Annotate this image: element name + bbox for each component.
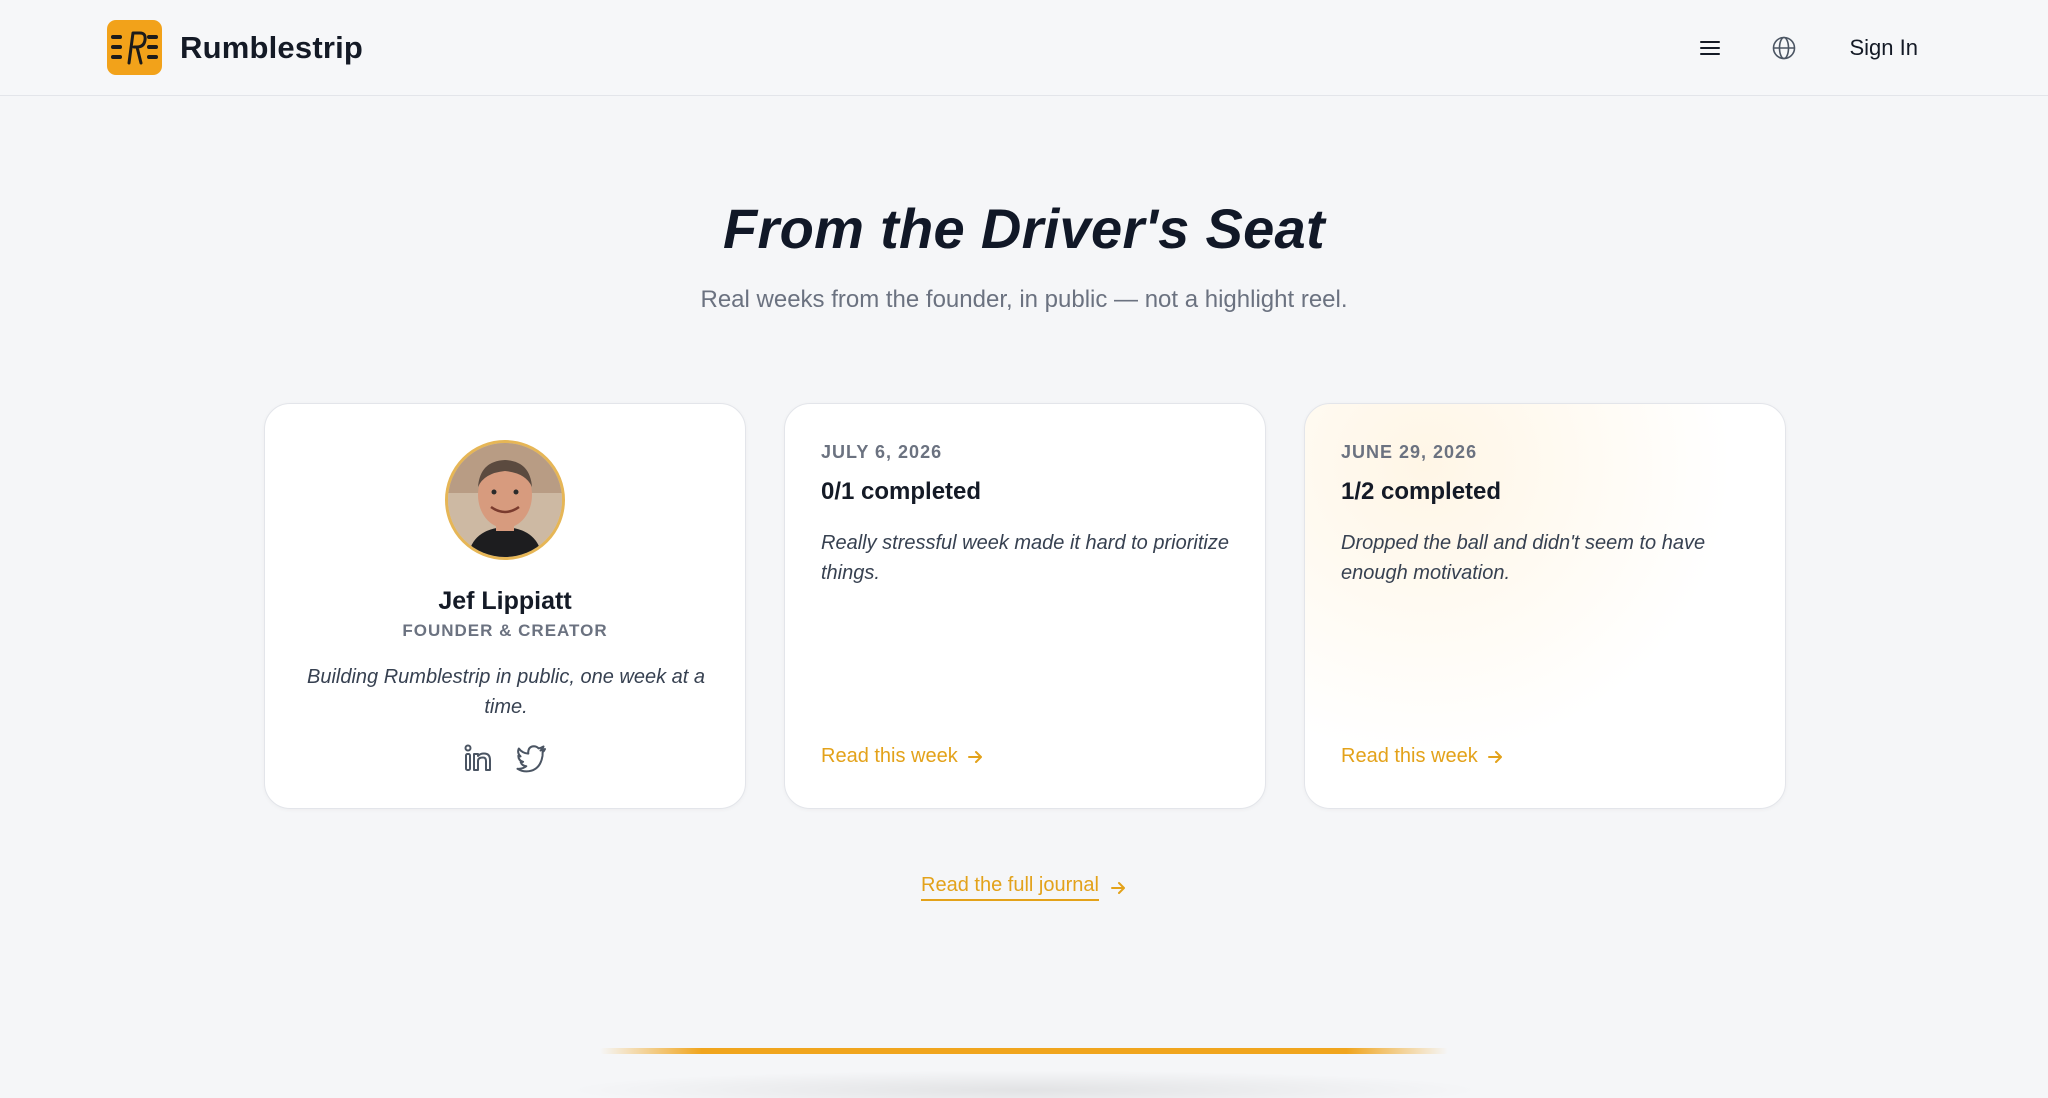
sign-in-button[interactable]: Sign In — [1850, 35, 1919, 61]
week-card: JUNE 29, 2026 1/2 completed Dropped the … — [1304, 403, 1786, 809]
avatar — [445, 440, 565, 560]
page: Rumblestrip Sign In From the Driver's Se… — [0, 0, 2048, 1098]
founder-bio: Building Rumblestrip in public, one week… — [307, 666, 705, 718]
linkedin-icon[interactable] — [462, 742, 494, 774]
brand-home-link[interactable]: Rumblestrip — [107, 20, 363, 75]
top-navbar: Rumblestrip Sign In — [0, 0, 2048, 96]
read-week-link[interactable]: Read this week — [821, 745, 984, 768]
week-date: JULY 6, 2026 — [821, 442, 943, 462]
arrow-right-icon — [1487, 750, 1502, 763]
rumblestrip-logo-icon — [107, 20, 162, 75]
week-summary: Dropped the ball and didn't seem to have… — [1341, 532, 1706, 584]
read-full-journal-link[interactable]: Read the full journal — [921, 874, 1127, 901]
arrow-right-icon — [1110, 881, 1125, 894]
globe-icon[interactable] — [1764, 28, 1804, 68]
read-full-journal-label: Read the full journal — [921, 874, 1099, 901]
brand-name: Rumblestrip — [180, 29, 364, 65]
read-week-label: Read this week — [1341, 745, 1478, 767]
section-shadow — [560, 1070, 1488, 1098]
week-completion: 1/2 completed — [1341, 478, 1502, 505]
read-week-label: Read this week — [821, 745, 958, 767]
page-subtitle: Real weeks from the founder, in public —… — [700, 286, 1348, 313]
page-title: From the Driver's Seat — [723, 197, 1325, 260]
accent-divider — [600, 1048, 1448, 1054]
twitter-icon[interactable] — [516, 742, 548, 774]
week-date: JUNE 29, 2026 — [1341, 442, 1478, 462]
week-card: JULY 6, 2026 0/1 completed Really stress… — [784, 403, 1266, 809]
week-completion: 0/1 completed — [821, 478, 982, 505]
founder-name: Jef Lippiatt — [438, 587, 572, 615]
full-journal-container: Read the full journal — [0, 874, 2048, 901]
founder-profile-card: Jef Lippiatt FOUNDER & CREATOR Building … — [264, 403, 746, 809]
menu-icon[interactable] — [1690, 28, 1730, 68]
arrow-right-icon — [967, 750, 982, 763]
read-week-link[interactable]: Read this week — [1341, 745, 1504, 768]
week-summary: Really stressful week made it hard to pr… — [821, 532, 1229, 584]
navbar-actions: Sign In — [1690, 28, 1919, 68]
social-links — [265, 742, 745, 774]
founder-role: FOUNDER & CREATOR — [402, 621, 608, 640]
